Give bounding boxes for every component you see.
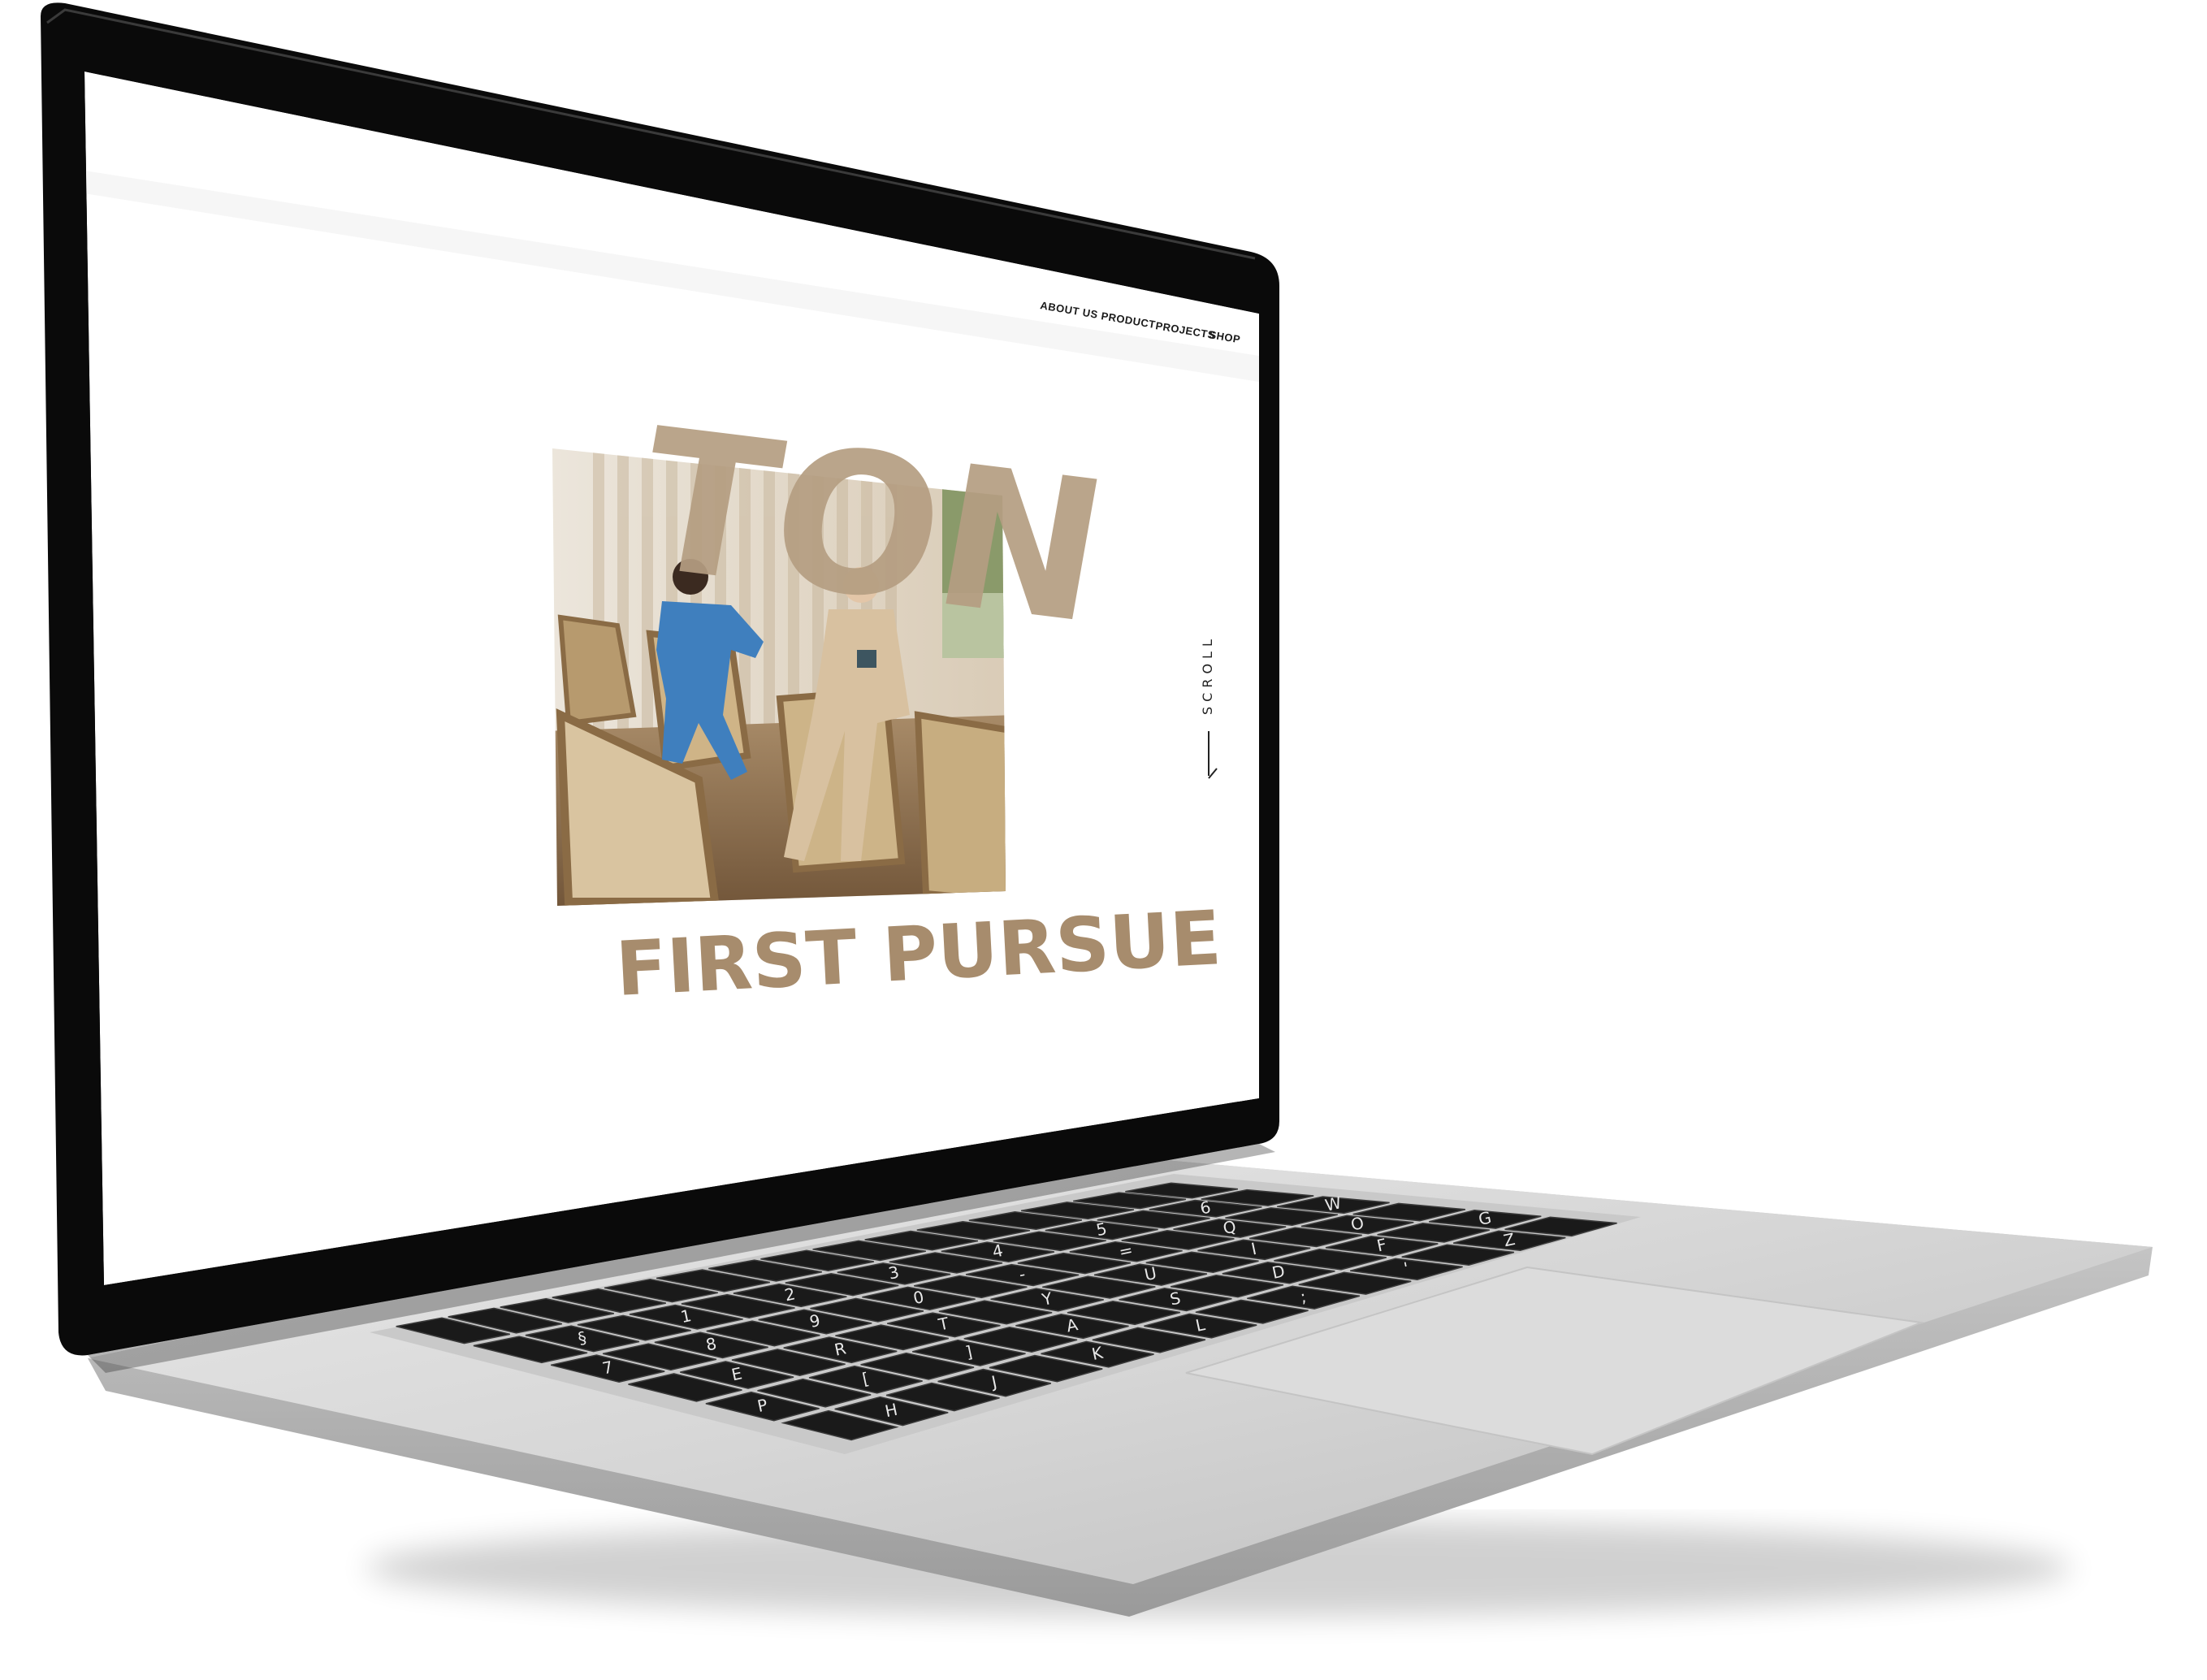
laptop-illustration: §1234567890-=QWERTYUIOP[]ASDFGHJKL;'Z AB… — [41, 2, 2153, 1617]
laptop-mockup: § 1 2 3 4 5 6 7 8 9 0- = Q W E R T Y U I O P[] A S D F G H J K L; ' Z AB… — [0, 0, 2207, 1680]
scroll-label: SCROLL — [1200, 634, 1215, 715]
